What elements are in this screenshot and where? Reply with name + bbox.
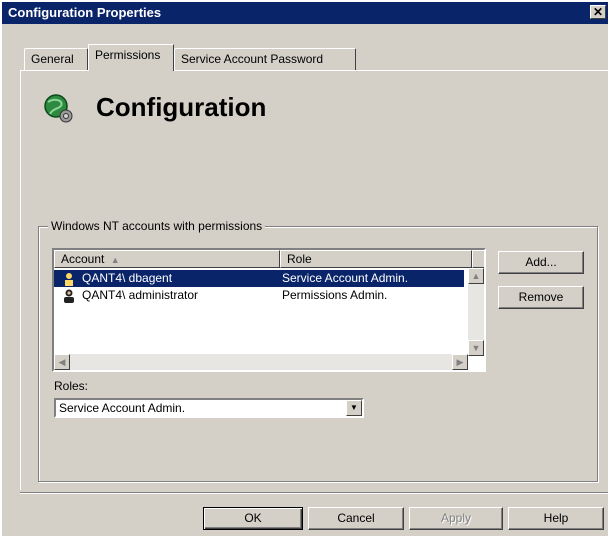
scroll-right-button[interactable]: ▶ <box>452 354 468 370</box>
scroll-down-button[interactable]: ▼ <box>468 340 484 356</box>
window-title: Configuration Properties <box>8 5 162 20</box>
roles-dropdown-button[interactable]: ▼ <box>346 400 362 416</box>
tab-general[interactable]: General <box>24 48 88 70</box>
column-header-filler <box>472 250 484 268</box>
table-row[interactable]: QANT4\ dbagent Service Account Admin. <box>54 270 464 287</box>
account-cell: QANT4\ dbagent <box>62 270 172 287</box>
roles-selected-value: Service Account Admin. <box>59 401 186 415</box>
column-label: Role <box>287 252 312 266</box>
roles-label: Roles: <box>54 379 89 393</box>
vertical-scrollbar[interactable]: ▲ ▼ <box>468 268 484 356</box>
roles-select[interactable]: Service Account Admin. ▼ <box>54 398 364 418</box>
tab-service-account-password[interactable]: Service Account Password <box>174 48 356 70</box>
remove-button[interactable]: Remove <box>498 286 584 309</box>
scroll-up-icon: ▲ <box>471 271 481 281</box>
apply-button[interactable]: Apply <box>409 507 503 530</box>
button-label: Apply <box>440 511 472 525</box>
add-button[interactable]: Add... <box>498 251 584 274</box>
column-label: Account <box>61 252 105 266</box>
column-header-role[interactable]: Role <box>280 250 472 268</box>
scroll-right-icon: ▶ <box>456 357 464 367</box>
scroll-left-icon: ◀ <box>58 357 66 367</box>
account-name: QANT4\ administrator <box>82 288 199 302</box>
button-label: Remove <box>518 290 564 304</box>
table-row[interactable]: QANT4\ administrator Permissions Admin. <box>54 287 464 304</box>
button-label: Add... <box>525 255 557 269</box>
button-label: Cancel <box>337 511 375 525</box>
cancel-button[interactable]: Cancel <box>308 507 404 530</box>
scroll-down-icon: ▼ <box>471 343 481 353</box>
help-button[interactable]: Help <box>508 507 604 530</box>
user-icon <box>65 272 73 286</box>
button-label: OK <box>244 511 262 525</box>
tab-label: Service Account Password <box>181 52 324 66</box>
footer-divider <box>20 492 608 494</box>
button-label: Help <box>543 511 569 525</box>
tab-permissions[interactable]: Permissions <box>88 44 174 71</box>
account-cell: QANT4\ administrator <box>62 287 198 304</box>
ok-button[interactable]: OK <box>203 507 303 530</box>
admin-user-icon <box>64 289 74 303</box>
chevron-down-icon: ▼ <box>350 403 358 412</box>
role-cell: Permissions Admin. <box>282 288 388 302</box>
close-button[interactable]: ✕ <box>590 5 606 19</box>
scroll-left-button[interactable]: ◀ <box>54 354 70 370</box>
role-cell: Service Account Admin. <box>282 271 409 285</box>
tab-label: General <box>31 52 74 66</box>
page-title: Configuration <box>96 92 267 122</box>
title-bar[interactable]: Configuration Properties ✕ <box>2 2 608 24</box>
column-header-account[interactable]: Account ▲ <box>54 250 280 268</box>
accounts-list[interactable]: Account ▲ Role QANT4\ dbagent Service Ac… <box>52 248 486 372</box>
scroll-up-button[interactable]: ▲ <box>468 268 484 284</box>
close-icon: ✕ <box>592 5 604 19</box>
groupbox-label: Windows NT accounts with permissions <box>48 219 266 233</box>
configuration-icon <box>44 94 73 123</box>
account-name: QANT4\ dbagent <box>82 271 173 285</box>
horizontal-scrollbar[interactable]: ◀ ▶ <box>54 354 468 370</box>
tab-label: Permissions <box>95 48 161 62</box>
sort-ascending-icon: ▲ <box>110 255 120 265</box>
